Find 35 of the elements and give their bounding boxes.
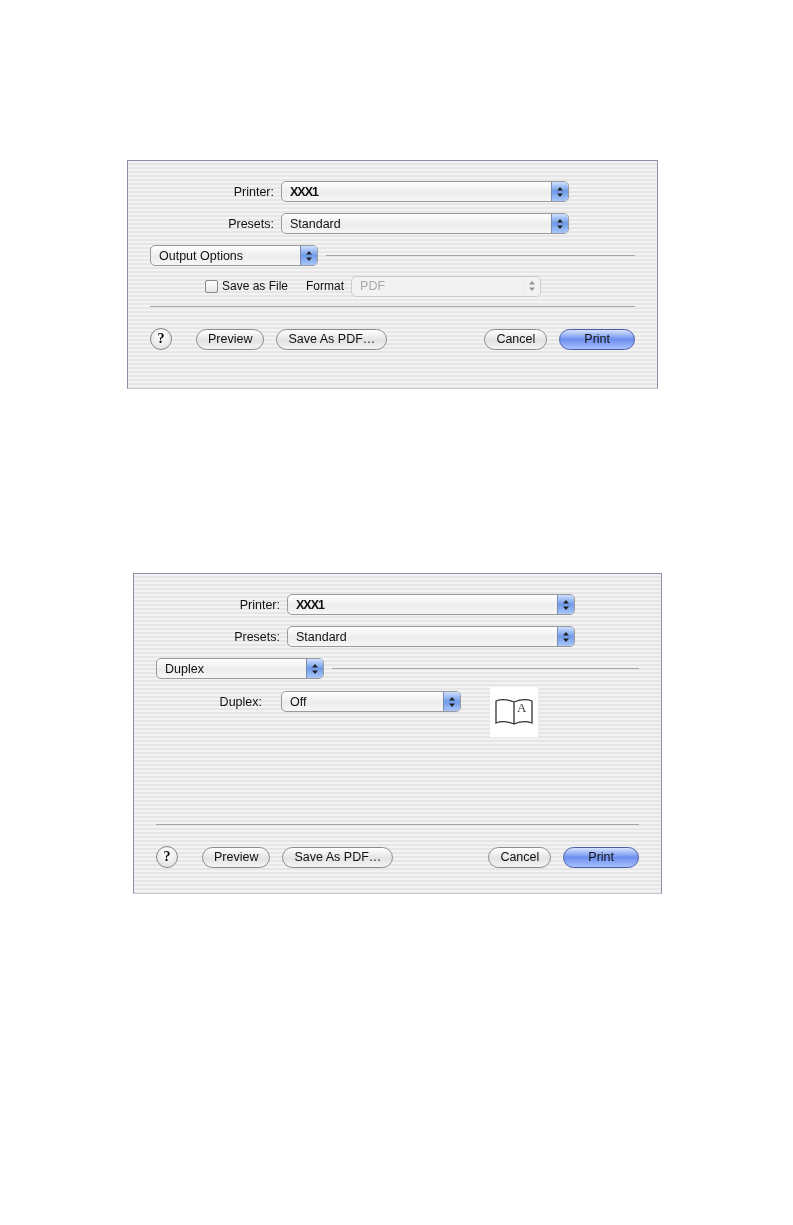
stepper-arrows-icon	[311, 662, 319, 675]
panel-menu-popup[interactable]: Duplex	[156, 658, 324, 679]
checkbox-label: Save as File	[222, 279, 289, 293]
dialog-button[interactable]: Preview	[202, 846, 271, 868]
duplex-label: Duplex:	[218, 694, 262, 709]
printer-popup[interactable]: XXX1	[287, 594, 575, 615]
printer-label: Printer:	[232, 184, 274, 199]
presets-label: Presets:	[227, 216, 274, 231]
dialog-button[interactable]: Cancel	[488, 846, 552, 868]
printer-label: Printer:	[238, 597, 280, 612]
panel-menu-popup[interactable]: Output Options	[150, 245, 318, 266]
mode-popup[interactable]: Off	[281, 691, 461, 712]
dialog-button[interactable]: Save As PDF…	[282, 846, 394, 868]
stepper-arrows-icon	[556, 217, 564, 230]
dialog-button[interactable]: Print	[563, 846, 639, 868]
help-button[interactable]: ?	[150, 328, 172, 350]
page-letter: A	[517, 700, 527, 716]
printer-popup[interactable]: XXX1	[281, 181, 569, 202]
help-button[interactable]: ?	[156, 846, 178, 868]
open-book-icon	[494, 697, 534, 727]
dialog-button[interactable]: Print	[559, 328, 635, 350]
presets-popup[interactable]: Standard	[287, 626, 575, 647]
dialog-button[interactable]: Save As PDF…	[276, 328, 388, 350]
format-label: Format	[306, 279, 345, 293]
dialog-button[interactable]: Cancel	[484, 328, 548, 350]
save-as-file-checkbox[interactable]	[205, 279, 218, 293]
stepper-arrows-icon	[562, 598, 570, 611]
presets-popup[interactable]: Standard	[281, 213, 569, 234]
dialog-button[interactable]: Preview	[196, 328, 265, 350]
presets-label: Presets:	[233, 629, 280, 644]
stepper-arrows-icon	[448, 695, 456, 708]
stepper-arrows-icon	[528, 280, 537, 292]
stepper-arrows-icon	[305, 249, 313, 262]
stepper-arrows-icon	[562, 630, 570, 643]
stepper-arrows-icon	[556, 185, 564, 198]
